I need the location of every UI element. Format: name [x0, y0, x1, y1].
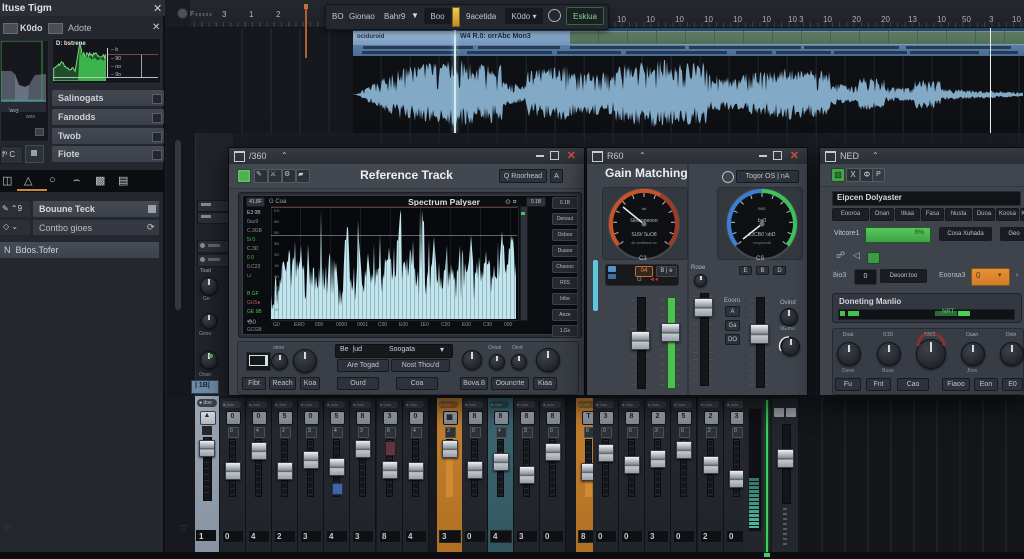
svg-text:ba0: ba0: [758, 218, 767, 224]
svg-text:eoopbovoB: eoopbovoB: [753, 241, 771, 245]
svg-text:B0E: B0E: [758, 206, 766, 211]
svg-text:db oortttbaoe so: db oortttbaoe so: [631, 241, 656, 245]
svg-text:23CB0 'obD: 23CB0 'obD: [749, 232, 776, 238]
svg-text:SU9/ SuO8: SU9/ SuO8: [631, 232, 657, 238]
svg-text:Gleooneooo: Gleooneooo: [630, 218, 657, 224]
